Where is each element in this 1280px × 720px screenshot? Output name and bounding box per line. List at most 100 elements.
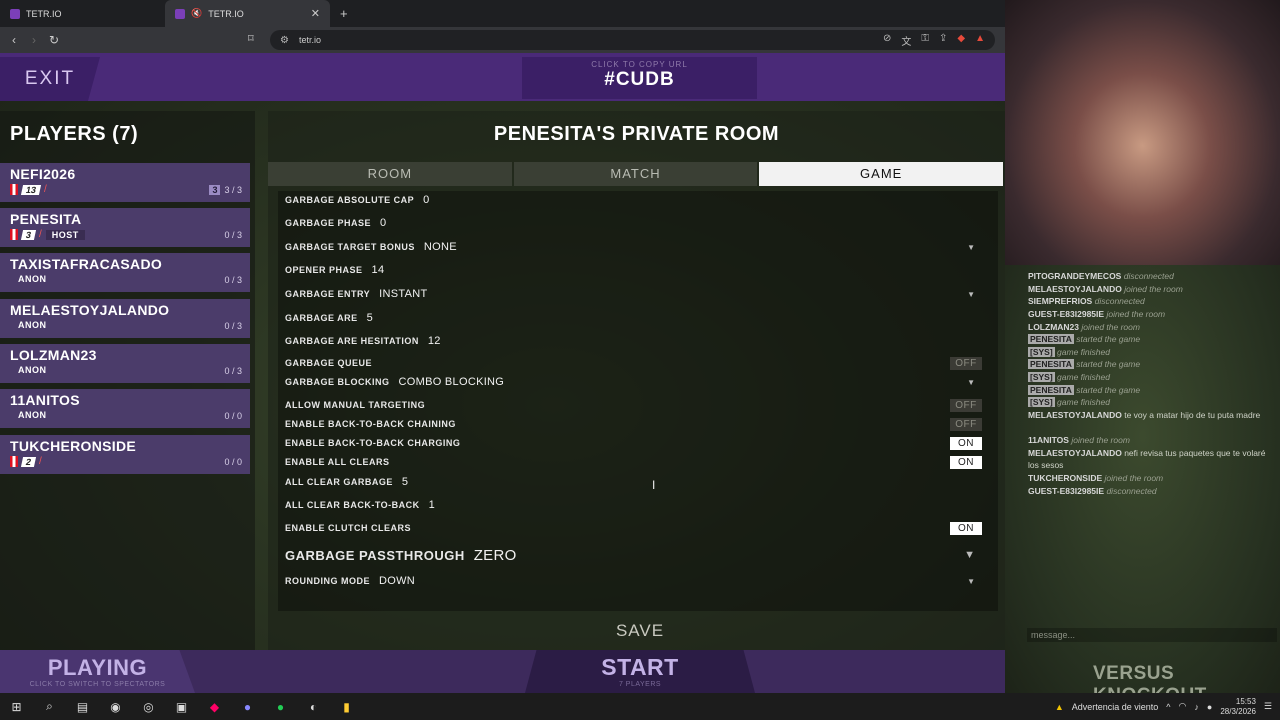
url-bar[interactable]: ⚙ tetr.io ⊘ 文 ⚿ ⇪ ◆ ▲: [270, 30, 995, 50]
dropdown-arrow-icon[interactable]: ▼: [967, 577, 975, 586]
clock[interactable]: 15:53 28/3/2026: [1220, 697, 1256, 717]
close-tab-icon[interactable]: ✕: [311, 7, 320, 20]
save-button[interactable]: SAVE: [600, 621, 680, 641]
player-row[interactable]: MELAESTOYJALANDO ANON 0 / 3: [0, 299, 250, 338]
setting-opener-phase: OPENER PHASE 14: [285, 261, 985, 279]
game-settings-list[interactable]: GARBAGE ABSOLUTE CAP 0 GARBAGE PHASE 0 G…: [278, 191, 998, 611]
browser-tab-2[interactable]: 🔇 TETR.IO ✕: [165, 0, 330, 27]
back-icon[interactable]: ‹: [4, 33, 24, 47]
weather-text[interactable]: Advertencia de viento: [1072, 702, 1159, 712]
reload-icon[interactable]: ↻: [44, 33, 64, 47]
setting-value-input[interactable]: 12: [428, 335, 441, 347]
setting-garbage-target-bonus[interactable]: GARBAGE TARGET BONUS NONE ▼: [285, 238, 985, 256]
setting-label: ROUNDING MODE: [285, 576, 370, 586]
tab-room[interactable]: ROOM: [268, 162, 512, 186]
toggle-switch[interactable]: OFF: [950, 398, 982, 412]
mute-site-icon[interactable]: ⊘: [883, 33, 891, 48]
setting-garbage-absolute-cap: GARBAGE ABSOLUTE CAP 0: [285, 191, 985, 209]
new-tab-button[interactable]: +: [330, 6, 358, 21]
store-icon[interactable]: ▣: [165, 700, 198, 714]
setting-label: ENABLE ALL CLEARS: [285, 457, 390, 467]
forward-icon[interactable]: ›: [24, 33, 44, 47]
setting-value-input[interactable]: 0: [423, 194, 429, 206]
toggle-switch[interactable]: ON: [950, 521, 982, 535]
setting-label: GARBAGE QUEUE: [285, 358, 373, 368]
setting-select-value[interactable]: NONE: [424, 241, 457, 253]
search-icon[interactable]: ⌕: [33, 699, 66, 714]
dropdown-arrow-icon[interactable]: ▼: [964, 549, 975, 561]
tab-game[interactable]: GAME: [759, 162, 1004, 186]
date: 28/3/2026: [1220, 706, 1256, 716]
peru-flag-icon: [10, 456, 18, 467]
player-row[interactable]: LOLZMAN23 ANON 0 / 3: [0, 344, 250, 383]
notifications-icon[interactable]: ☰: [1264, 701, 1272, 712]
tray-chevron-icon[interactable]: ^: [1166, 702, 1170, 712]
chat-panel: PITOGRANDEYMECOS disconnected MELAESTOYJ…: [1005, 265, 1280, 706]
player-row[interactable]: 11ANITOS ANON 0 / 0: [0, 389, 250, 428]
setting-value-input[interactable]: 0: [380, 217, 386, 229]
room-code-button[interactable]: CLICK TO COPY URL #CUDB: [522, 57, 757, 99]
mic-icon[interactable]: ●: [1207, 702, 1212, 712]
player-name: 11ANITOS: [10, 392, 80, 408]
discord-icon[interactable]: ●: [231, 700, 264, 714]
dropdown-arrow-icon[interactable]: ▼: [967, 290, 975, 299]
toggle-switch[interactable]: OFF: [950, 356, 982, 370]
player-row[interactable]: TAXISTAFRACASADO ANON 0 / 3: [0, 253, 250, 292]
setting-garbage-blocking[interactable]: GARBAGE BLOCKING COMBO BLOCKING ▼: [285, 373, 985, 391]
app-icon[interactable]: ▮: [330, 700, 363, 714]
volume-icon[interactable]: ♪: [1194, 702, 1199, 712]
brave-shield-icon[interactable]: ◆: [957, 33, 965, 48]
setting-select-value[interactable]: COMBO BLOCKING: [399, 376, 505, 388]
player-row[interactable]: TUKCHERONSIDE 2 / 0 / 0: [0, 435, 250, 474]
dropdown-arrow-icon[interactable]: ▼: [967, 243, 975, 252]
start-menu-icon[interactable]: ⊞: [0, 700, 33, 714]
edge-icon[interactable]: ◎: [132, 700, 165, 714]
site-info-icon[interactable]: ⚙: [280, 35, 289, 46]
peru-flag-icon: [10, 229, 18, 240]
translate-icon[interactable]: 文: [901, 33, 911, 48]
start-button[interactable]: START 7 PLAYERS: [525, 650, 755, 693]
tab-title: TETR.IO: [26, 8, 62, 19]
bookmark-icon[interactable]: ⌑: [248, 32, 254, 45]
tab-match[interactable]: MATCH: [513, 162, 758, 186]
dropdown-arrow-icon[interactable]: ▼: [967, 378, 975, 387]
playing-button[interactable]: PLAYING CLICK TO SWITCH TO SPECTATORS: [0, 650, 195, 693]
setting-garbage-phase: GARBAGE PHASE 0: [285, 214, 985, 232]
setting-value-input[interactable]: 5: [367, 312, 373, 324]
player-info: 2 /: [10, 456, 42, 467]
share-icon[interactable]: ⇪: [939, 33, 947, 48]
brave-icon[interactable]: ◆: [198, 700, 231, 714]
chat-message: PITOGRANDEYMECOS disconnected: [1028, 271, 1174, 281]
chat-input[interactable]: message...: [1027, 628, 1277, 642]
setting-select-value[interactable]: DOWN: [379, 575, 415, 587]
task-view-icon[interactable]: ▤: [66, 700, 99, 714]
setting-select-value[interactable]: INSTANT: [379, 288, 427, 300]
setting-select-value[interactable]: ZERO: [474, 547, 517, 564]
browser-tab-1[interactable]: TETR.IO: [0, 0, 165, 27]
setting-value-input[interactable]: 14: [372, 264, 385, 276]
chat-message: PENESITA started the game: [1028, 334, 1141, 344]
chat-message: GUEST-E83I2985IE disconnected: [1028, 486, 1157, 496]
toggle-switch[interactable]: ON: [950, 436, 982, 450]
player-row[interactable]: PENESITA 3 / HOST 0 / 3: [0, 208, 250, 247]
setting-rounding-mode[interactable]: ROUNDING MODE DOWN ▼: [285, 572, 985, 590]
exit-button[interactable]: EXIT: [0, 57, 100, 101]
anon-badge: ANON: [18, 365, 47, 375]
setting-garbage-entry[interactable]: GARBAGE ENTRY INSTANT ▼: [285, 285, 985, 303]
spotify-icon[interactable]: ●: [264, 700, 297, 714]
player-row[interactable]: NEFI2026 13 / 3 3 / 3: [0, 163, 250, 202]
brave-rewards-icon[interactable]: ▲: [975, 33, 985, 48]
setting-value-input[interactable]: 1: [429, 499, 435, 511]
toggle-switch[interactable]: ON: [950, 455, 982, 469]
setting-garbage-passthrough[interactable]: GARBAGE PASSTHROUGH ZERO ▼: [285, 544, 985, 566]
playing-label: PLAYING: [47, 655, 148, 680]
extension-icons: ⊘ 文 ⚿ ⇪ ◆ ▲: [883, 33, 985, 48]
setting-value-input[interactable]: 5: [402, 476, 408, 488]
obs-icon[interactable]: ◐: [297, 700, 330, 714]
copilot-icon[interactable]: ◉: [99, 700, 132, 714]
text-cursor-icon: I: [652, 478, 656, 492]
anon-badge: ANON: [18, 320, 47, 330]
key-icon[interactable]: ⚿: [921, 33, 929, 48]
toggle-switch[interactable]: OFF: [950, 417, 982, 431]
wifi-icon[interactable]: ◠: [1179, 701, 1187, 712]
